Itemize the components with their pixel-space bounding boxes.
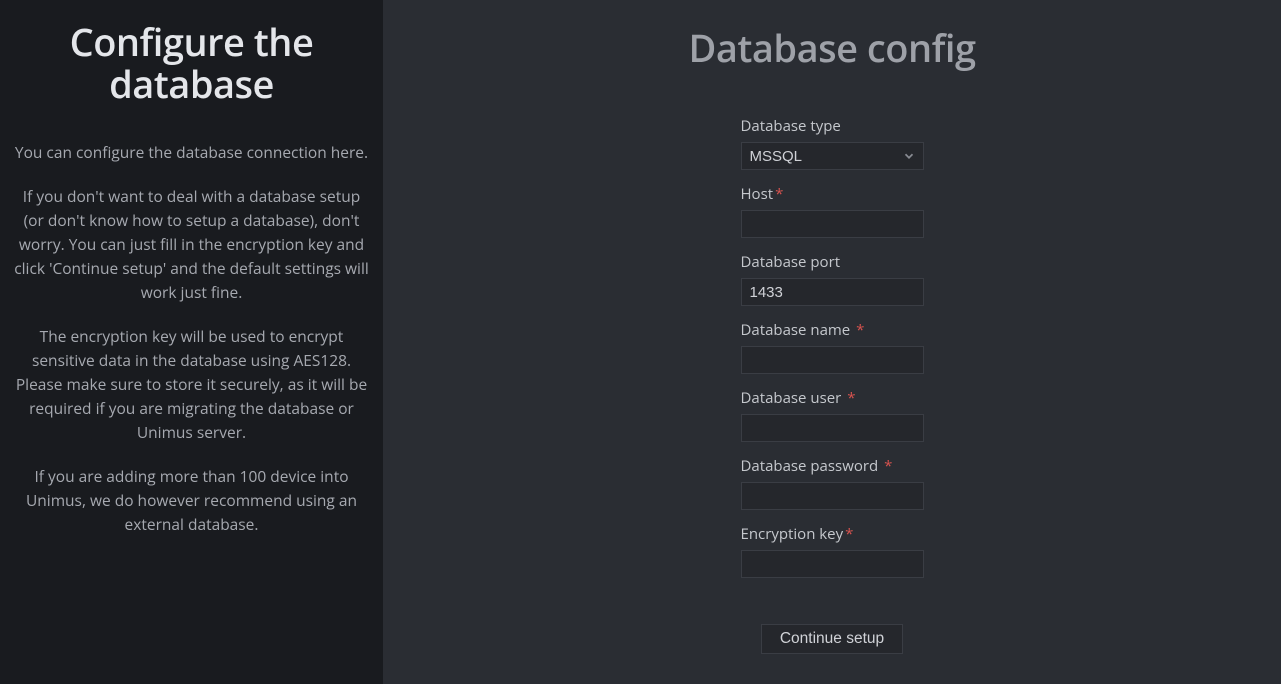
encryption-key-label: Encryption key*: [741, 524, 924, 544]
database-name-label: Database name *: [741, 320, 924, 340]
database-user-label: Database user *: [741, 388, 924, 408]
database-type-label: Database type: [741, 116, 924, 136]
database-name-input[interactable]: [741, 346, 924, 374]
field-database-type: Database type MSSQL: [741, 116, 924, 170]
field-encryption-key: Encryption key*: [741, 524, 924, 578]
database-password-label: Database password *: [741, 456, 924, 476]
sidebar: Configure the database You can configure…: [0, 0, 383, 684]
required-marker: *: [845, 524, 853, 544]
sidebar-paragraph-3: The encryption key will be used to encry…: [12, 324, 371, 444]
port-input[interactable]: [741, 278, 924, 306]
field-database-name: Database name *: [741, 320, 924, 374]
database-type-select[interactable]: MSSQL: [741, 142, 924, 170]
field-database-user: Database user *: [741, 388, 924, 442]
continue-setup-button[interactable]: Continue setup: [761, 624, 903, 654]
required-marker: *: [856, 320, 864, 340]
required-marker: *: [847, 388, 855, 408]
encryption-key-input[interactable]: [741, 550, 924, 578]
required-marker: *: [884, 456, 892, 476]
database-password-input[interactable]: [741, 482, 924, 510]
field-port: Database port: [741, 252, 924, 306]
page-title: Database config: [688, 22, 975, 74]
field-host: Host*: [741, 184, 924, 238]
required-marker: *: [775, 184, 783, 204]
sidebar-paragraph-4: If you are adding more than 100 device i…: [12, 464, 371, 536]
host-input[interactable]: [741, 210, 924, 238]
field-database-password: Database password *: [741, 456, 924, 510]
sidebar-paragraph-1: You can configure the database connectio…: [12, 140, 371, 164]
database-user-input[interactable]: [741, 414, 924, 442]
main-content: Database config Database type MSSQL Host…: [383, 0, 1281, 684]
sidebar-title: Configure the database: [12, 22, 371, 106]
database-config-form: Database type MSSQL Host* Database por: [741, 116, 924, 654]
port-label: Database port: [741, 252, 924, 272]
host-label: Host*: [741, 184, 924, 204]
sidebar-paragraph-2: If you don't want to deal with a databas…: [12, 184, 371, 304]
